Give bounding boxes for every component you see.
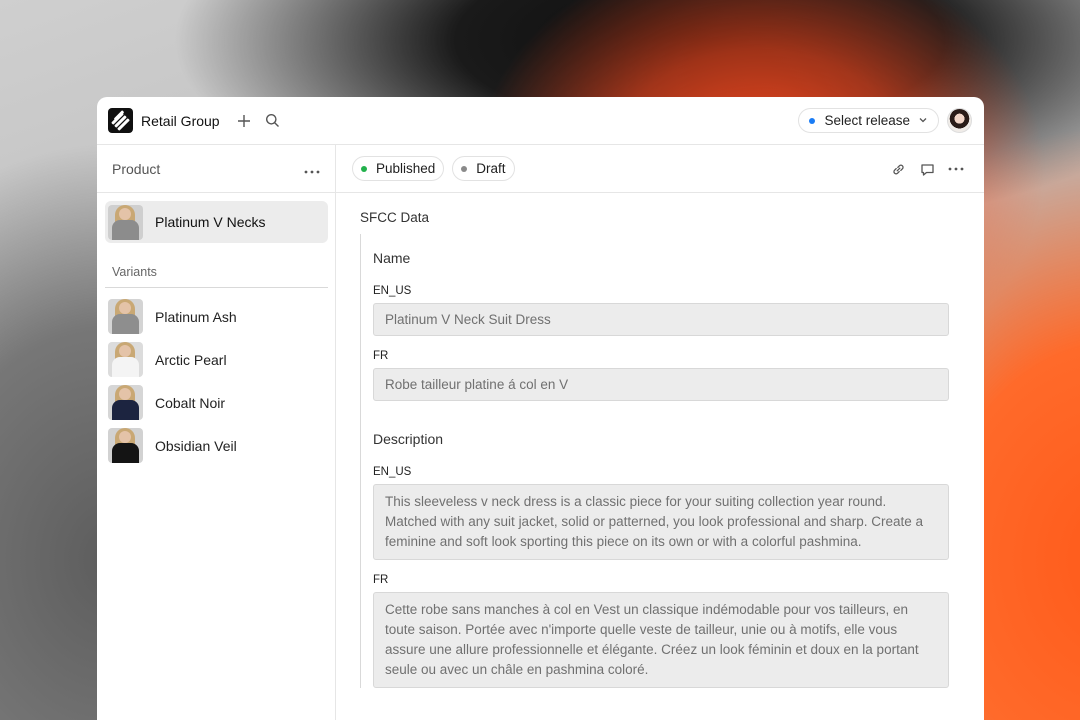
name-en-field[interactable]: Platinum V Neck Suit Dress (373, 303, 949, 336)
sidebar-more-icon[interactable] (304, 161, 320, 177)
link-icon[interactable] (886, 157, 910, 181)
sidebar-header: Product (97, 145, 335, 193)
description-en-label: EN_US (373, 466, 412, 478)
app-window: Retail Group Select release Product Plat… (97, 97, 984, 720)
description-fr-field[interactable]: Cette robe sans manches à col en Vest un… (373, 592, 949, 688)
name-fr-label: FR (373, 350, 389, 362)
description-fr-label: FR (373, 574, 389, 586)
comment-icon[interactable] (915, 157, 939, 181)
variant-item[interactable]: Arctic Pearl (97, 338, 335, 381)
select-release-label: Select release (824, 113, 910, 128)
variant-thumbnail (108, 342, 143, 377)
search-icon[interactable] (261, 109, 285, 133)
variants-divider (105, 287, 328, 288)
name-fr-field[interactable]: Robe tailleur platine á col en V (373, 368, 949, 401)
workspace-logo-icon[interactable] (108, 108, 133, 133)
sidebar-title: Product (112, 160, 161, 177)
variant-thumbnail (108, 385, 143, 420)
chevron-down-icon (918, 113, 928, 128)
more-options-icon[interactable] (944, 157, 968, 181)
variant-item[interactable]: Platinum Ash (97, 295, 335, 338)
variant-item[interactable]: Obsidian Veil (97, 424, 335, 467)
release-status-dot (809, 117, 816, 124)
description-en-field[interactable]: This sleeveless v neck dress is a classi… (373, 484, 949, 560)
main-panel: Published Draft SFCC Data Name EN_US Pla… (336, 145, 984, 720)
variant-label: Obsidian Veil (155, 437, 237, 454)
variant-label: Platinum Ash (155, 308, 237, 325)
add-icon[interactable] (232, 109, 256, 133)
published-label: Published (376, 161, 436, 176)
name-group-title: Name (373, 250, 411, 266)
name-en-label: EN_US (373, 285, 412, 297)
variant-thumbnail (108, 428, 143, 463)
status-published-pill[interactable]: Published (352, 156, 445, 181)
variants-heading: Variants (112, 265, 157, 279)
sidebar: Product Platinum V Necks Variants Platin… (97, 145, 336, 720)
draft-label: Draft (476, 161, 506, 176)
product-thumbnail (108, 204, 143, 240)
draft-dot (461, 165, 468, 172)
variant-item[interactable]: Cobalt Noir (97, 381, 335, 424)
published-dot (361, 165, 367, 172)
workspace-name[interactable]: Retail Group (141, 113, 220, 129)
sidebar-item-product[interactable]: Platinum V Necks (105, 201, 328, 243)
variant-thumbnail (108, 299, 143, 334)
description-group-title: Description (373, 431, 444, 447)
variant-label: Arctic Pearl (155, 351, 227, 368)
select-release-dropdown[interactable]: Select release (798, 108, 939, 133)
sfcc-data-panel: Name EN_US Platinum V Neck Suit Dress FR… (360, 234, 950, 688)
top-bar: Retail Group Select release (97, 97, 984, 145)
main-header: Published Draft (336, 145, 984, 193)
status-draft-pill[interactable]: Draft (452, 156, 515, 181)
section-title: SFCC Data (360, 210, 430, 225)
variant-label: Cobalt Noir (155, 394, 226, 411)
product-label: Platinum V Necks (155, 214, 266, 230)
user-avatar[interactable] (947, 108, 972, 133)
